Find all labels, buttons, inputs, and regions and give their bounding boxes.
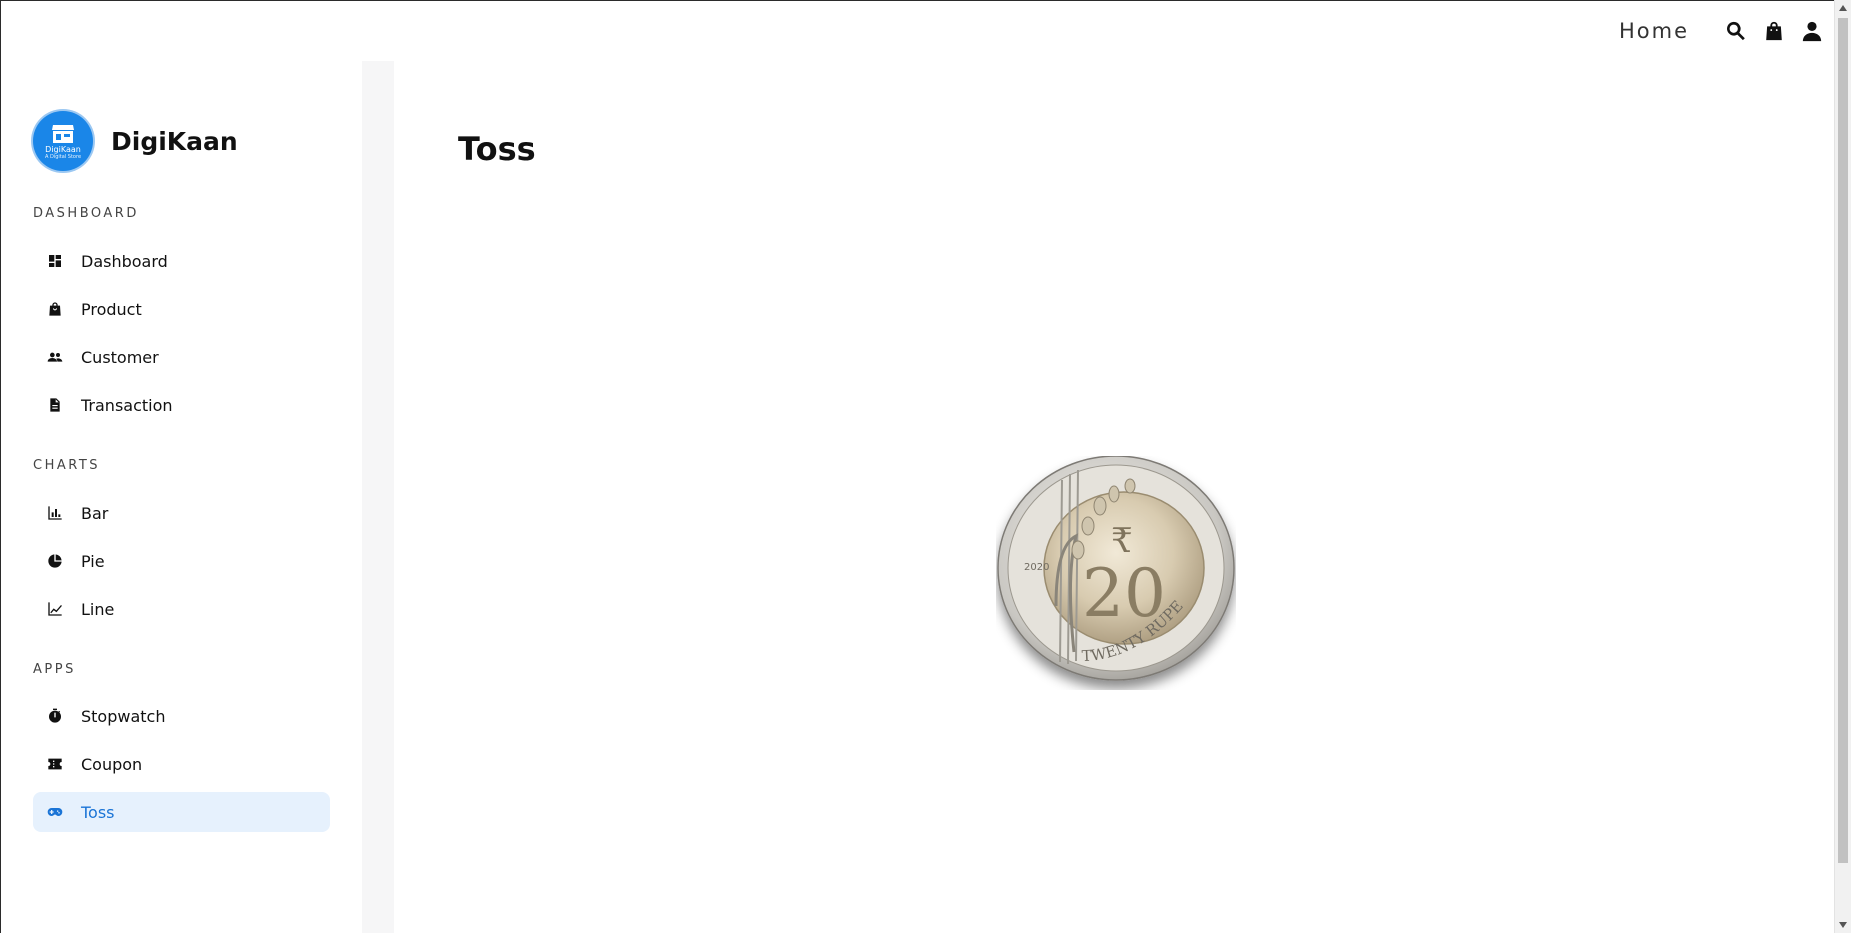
sidebar-item-toss[interactable]: Toss (33, 792, 330, 832)
stopwatch-icon (46, 707, 64, 725)
sidebar-item-label: Stopwatch (81, 706, 166, 726)
sidebar-item-transaction[interactable]: Transaction (33, 385, 330, 425)
sidebar-item-bar[interactable]: Bar (33, 493, 330, 533)
sidebar-item-line[interactable]: Line (33, 589, 330, 629)
section-label-charts: CHARTS (33, 458, 101, 473)
sidebar-item-pie[interactable]: Pie (33, 541, 330, 581)
sidebar-item-label: Line (81, 599, 115, 619)
gamepad-icon (46, 803, 64, 821)
brand-logo-text: DigiKaan (45, 145, 81, 154)
brand-name: DigiKaan (111, 126, 238, 156)
sidebar-item-label: Bar (81, 503, 109, 523)
coin-year: 2020 (1024, 562, 1049, 573)
sidebar-item-dashboard[interactable]: Dashboard (33, 241, 330, 281)
bar-chart-icon (46, 504, 64, 522)
sidebar: DigiKaan A Digital Store DigiKaan DASHBO… (1, 61, 362, 933)
pie-chart-icon (46, 552, 64, 570)
sidebar-item-stopwatch[interactable]: Stopwatch (33, 696, 330, 736)
brand-logo: DigiKaan A Digital Store (33, 111, 93, 171)
people-icon (46, 348, 64, 366)
scroll-up-arrow-icon[interactable] (1835, 0, 1851, 16)
sidebar-item-label: Toss (81, 802, 115, 822)
toss-coin[interactable]: ₹ 20 2020 TWENTY RUPEES (991, 442, 1236, 690)
sidebar-item-customer[interactable]: Customer (33, 337, 330, 377)
sidebar-item-coupon[interactable]: Coupon (33, 744, 330, 784)
coin-image: ₹ 20 2020 TWENTY RUPEES (991, 442, 1235, 681)
page-scrollbar[interactable] (1834, 0, 1851, 933)
line-chart-icon (46, 600, 64, 618)
sidebar-item-label: Product (81, 299, 142, 319)
brand[interactable]: DigiKaan A Digital Store DigiKaan (33, 111, 238, 171)
coupon-icon (46, 755, 64, 773)
sidebar-item-label: Transaction (81, 395, 173, 415)
scrollbar-thumb[interactable] (1838, 18, 1848, 863)
page-title: Toss (458, 130, 536, 168)
section-label-dashboard: DASHBOARD (33, 206, 139, 221)
sidebar-item-label: Dashboard (81, 251, 168, 271)
sidebar-item-label: Customer (81, 347, 159, 367)
search-icon[interactable] (1725, 20, 1747, 42)
shopping-bag-icon (46, 300, 64, 318)
window-top-border (0, 0, 1851, 1)
top-navigation: Home (1619, 14, 1823, 48)
shopping-bag-icon[interactable] (1763, 20, 1785, 42)
user-icon[interactable] (1801, 20, 1823, 42)
document-icon (46, 396, 64, 414)
sidebar-item-product[interactable]: Product (33, 289, 330, 329)
sidebar-item-label: Coupon (81, 754, 143, 774)
dashboard-icon (46, 252, 64, 270)
home-link[interactable]: Home (1619, 19, 1689, 43)
sidebar-item-label: Pie (81, 551, 105, 571)
scroll-down-arrow-icon[interactable] (1835, 917, 1851, 933)
brand-logo-tagline: A Digital Store (44, 154, 82, 160)
section-label-apps: APPS (33, 662, 76, 677)
store-icon (52, 125, 74, 143)
content-gutter (362, 61, 394, 933)
